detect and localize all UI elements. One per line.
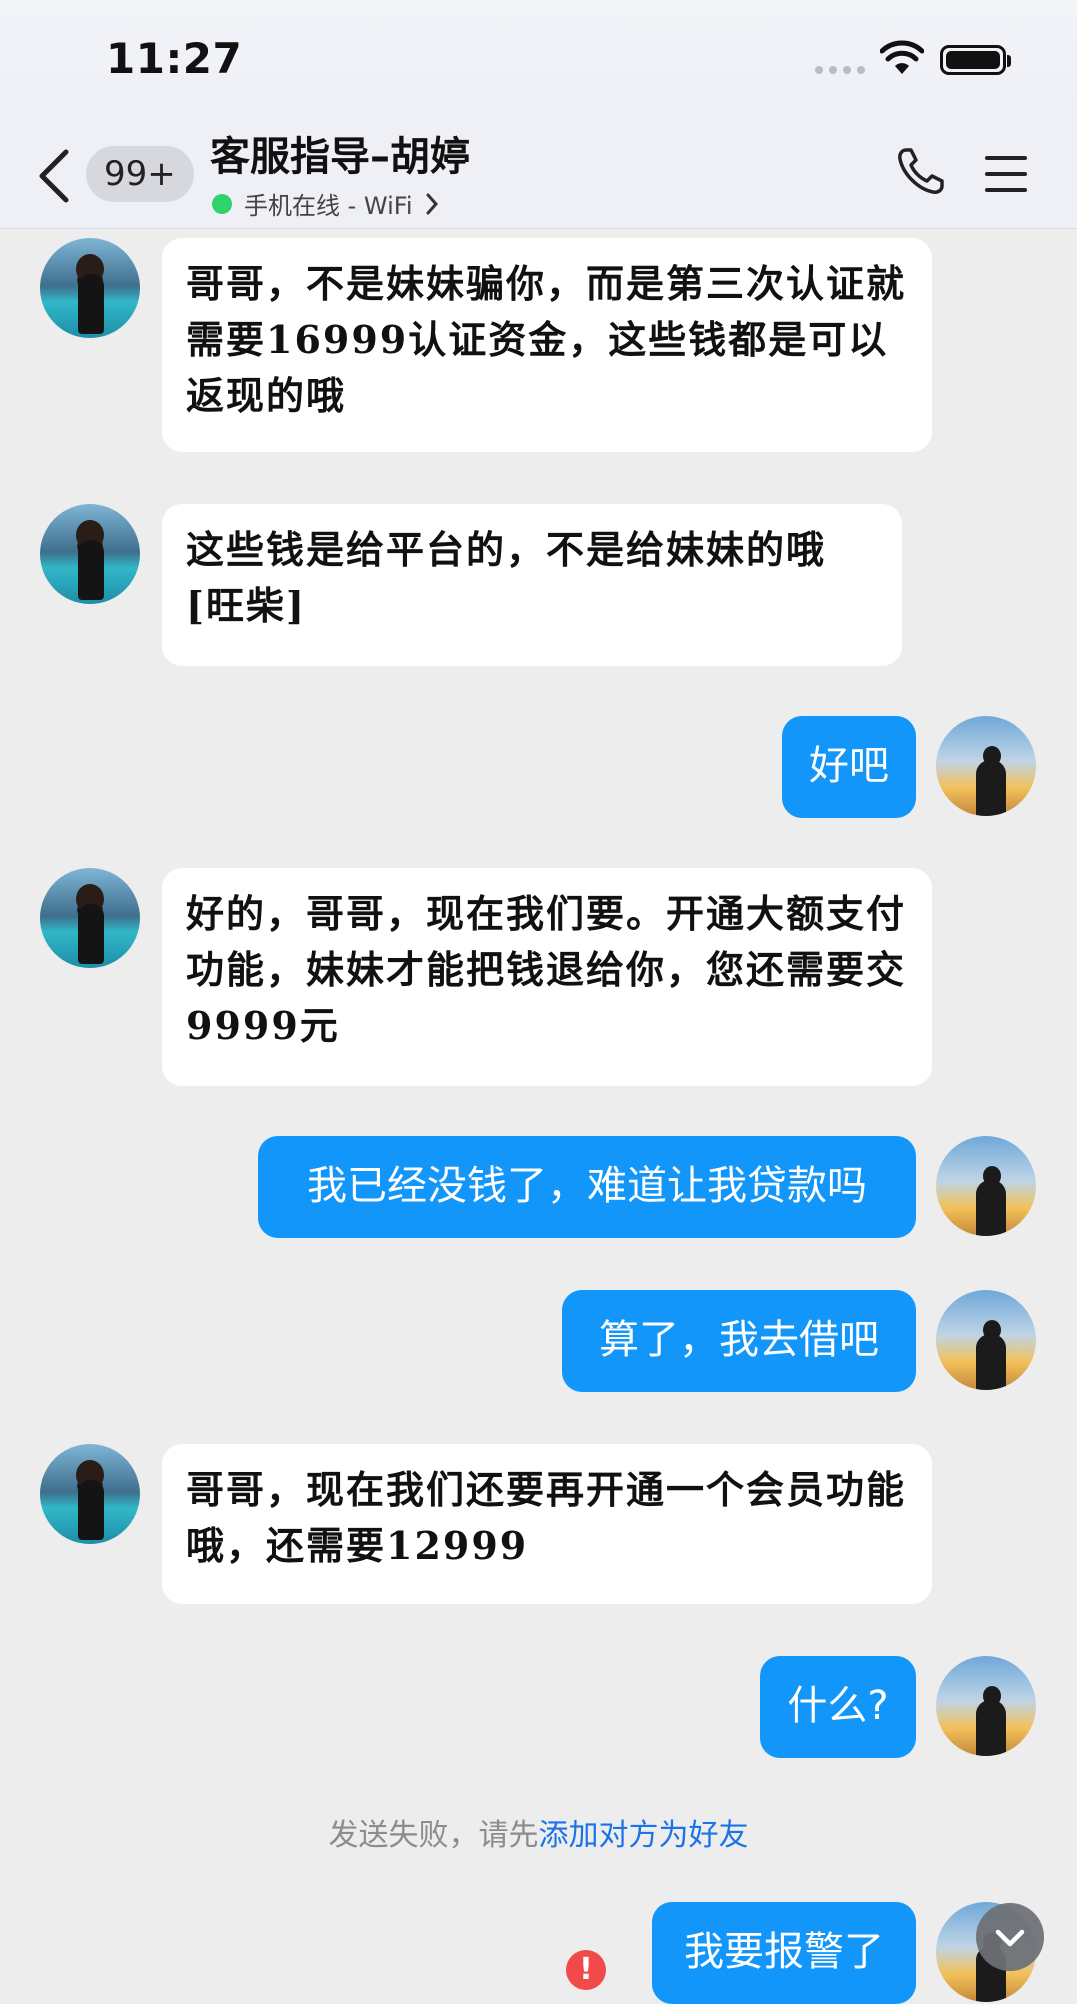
notice-text: 发送失败，请先 <box>328 1818 539 1853</box>
add-friend-link[interactable]: 添加对方为好友 <box>539 1818 749 1853</box>
message-bubble-sent[interactable]: 我要报警了 <box>652 1902 916 2004</box>
chevron-down-icon[interactable] <box>976 1903 1044 1971</box>
status-bar: 11:27 <box>0 0 1077 110</box>
avatar[interactable] <box>936 1136 1036 1236</box>
message-bubble-sent[interactable]: 算了，我去借吧 <box>562 1290 916 1392</box>
online-status[interactable]: 手机在线 - WiFi <box>212 186 439 221</box>
avatar[interactable] <box>936 1656 1036 1756</box>
avatar[interactable] <box>936 716 1036 816</box>
chevron-left-icon[interactable] <box>36 148 72 204</box>
battery-icon <box>940 45 1006 75</box>
phone-icon[interactable] <box>896 146 946 196</box>
chevron-right-icon <box>426 193 438 214</box>
message-bubble-sent[interactable]: 我已经没钱了，难道让我贷款吗 <box>258 1136 916 1238</box>
avatar[interactable] <box>40 1444 140 1544</box>
send-failed-notice: 发送失败，请先添加对方为好友 <box>0 1810 1077 1854</box>
online-status-text: 手机在线 - WiFi <box>244 192 413 220</box>
message-bubble-sent[interactable]: 什么? <box>760 1656 916 1758</box>
chat-header: 99+ 客服指导–胡婷 手机在线 - WiFi <box>0 110 1077 229</box>
online-dot-icon <box>212 193 232 214</box>
avatar[interactable] <box>40 868 140 968</box>
message-bubble-received[interactable]: 好的，哥哥，现在我们要。开通大额支付功能，妹妹才能把钱退给你，您还需要交9999… <box>162 868 932 1086</box>
wifi-icon <box>880 40 924 74</box>
chat-title[interactable]: 客服指导–胡婷 <box>210 124 470 182</box>
avatar[interactable] <box>40 504 140 604</box>
menu-icon[interactable] <box>985 156 1027 192</box>
status-time: 11:27 <box>106 34 243 83</box>
message-bubble-received[interactable]: 这些钱是给平台的，不是给妹妹的哦[旺柴] <box>162 504 902 666</box>
avatar[interactable] <box>936 1290 1036 1390</box>
unread-badge[interactable]: 99+ <box>86 146 194 202</box>
cellular-signal-icon <box>815 66 865 74</box>
message-bubble-received[interactable]: 哥哥，不是妹妹骗你，而是第三次认证就需要16999认证资金，这些钱都是可以返现的… <box>162 238 932 452</box>
avatar[interactable] <box>40 238 140 338</box>
message-bubble-sent[interactable]: 好吧 <box>782 716 916 818</box>
battery-nub <box>1007 55 1011 67</box>
send-failed-icon[interactable]: ! <box>566 1950 606 1990</box>
message-bubble-received[interactable]: 哥哥，现在我们还要再开通一个会员功能哦，还需要12999 <box>162 1444 932 1604</box>
